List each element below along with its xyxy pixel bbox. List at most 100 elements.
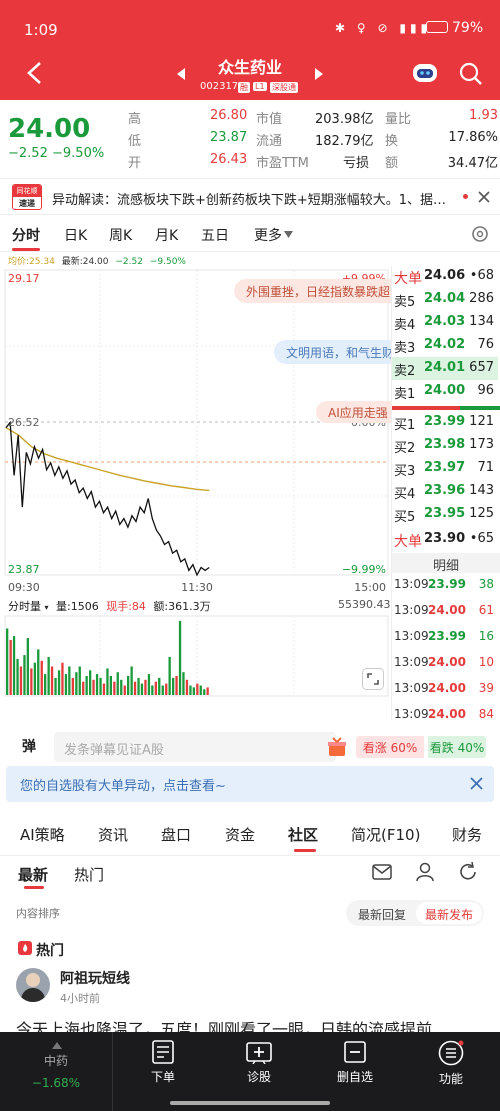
volume-bar [130, 666, 133, 695]
sort-latest-reply[interactable]: 最新回复 [358, 906, 406, 923]
ask-row[interactable]: 卖4 24.03 134 [392, 311, 498, 334]
hot-label: 热门 [36, 943, 64, 959]
volume-bar [178, 620, 182, 695]
avg-price-line [5, 427, 210, 492]
remove-icon [344, 1041, 366, 1063]
tab-profile[interactable]: 简况(F10) [351, 824, 420, 845]
volume-bar [161, 685, 164, 695]
danmaku-input[interactable]: 发条弹幕见证A股 [54, 732, 336, 762]
avatar[interactable] [16, 968, 50, 1002]
settings-icon[interactable] [470, 224, 490, 244]
y-label-top: 29.17 [8, 272, 40, 285]
tab-community[interactable]: 社区 [288, 824, 318, 845]
ob-price: 23.96 [424, 483, 466, 498]
volume-bar [175, 676, 178, 695]
volume-chart[interactable] [0, 614, 392, 698]
danmaku-bubble[interactable]: 外围重挫，日经指数暴跌超 [234, 279, 392, 303]
amount-value: 34.47亿 [447, 156, 498, 171]
tab-news[interactable]: 资讯 [98, 824, 128, 845]
ob-label: 卖2 [394, 364, 416, 379]
post-username[interactable]: 阿祖玩短线 [60, 968, 130, 988]
ask-row[interactable]: 卖2 24.01 657 [392, 357, 498, 380]
ob-price: 24.02 [424, 337, 466, 352]
nav-order[interactable]: 下单 [123, 1040, 203, 1085]
message-icon[interactable] [372, 864, 392, 880]
tab-weekly-k[interactable]: 周K [109, 225, 132, 245]
ask-row[interactable]: 卖3 24.02 76 [392, 334, 498, 357]
volume-bar [26, 638, 29, 695]
volume-bar [106, 668, 109, 695]
refresh-icon[interactable] [458, 862, 478, 882]
bid-row[interactable]: 买2 23.98 173 [392, 434, 498, 457]
user-icon[interactable] [416, 862, 434, 882]
volume-bar [199, 685, 202, 695]
intraday-chart[interactable]: 29.17 26.52 23.87 +9.99% 0.00% −9.99% 09… [0, 266, 392, 596]
subtab-latest[interactable]: 最新 [18, 864, 48, 885]
volume-bar [109, 676, 112, 695]
nav-diagnose[interactable]: 诊股 [219, 1040, 299, 1085]
sector-name[interactable]: 中药 [14, 1052, 98, 1069]
robot-assistant-icon[interactable] [411, 60, 439, 86]
ob-price: 23.98 [424, 437, 466, 452]
bid-row[interactable]: 买4 23.96 143 [392, 480, 498, 503]
volume-bar [50, 666, 54, 695]
danmaku-bubble[interactable]: AI应用走强 [316, 401, 392, 423]
volume-bar [6, 628, 9, 695]
ob-label: 卖4 [394, 318, 416, 333]
ask-row[interactable]: 卖1 24.00 96 [392, 380, 498, 403]
tab-ai-strategy[interactable]: AI策略 [20, 824, 65, 845]
ask-row[interactable]: 卖5 24.04 286 [392, 288, 498, 311]
last-price: 24.00 [8, 114, 91, 144]
ob-volume: 657 [469, 360, 494, 375]
tab-more[interactable]: 更多 [254, 225, 282, 245]
ticks-title[interactable]: 明细 [392, 553, 500, 574]
bullish-vote[interactable]: 看涨 60% [356, 736, 424, 758]
gift-icon[interactable] [326, 736, 348, 758]
alert-text: 您的自选股有大单异动，点击查看~ [20, 779, 226, 794]
fullscreen-icon[interactable] [362, 668, 384, 690]
next-stock-icon[interactable] [314, 68, 324, 80]
back-icon[interactable] [24, 60, 46, 86]
section-tabs: AI策略 资讯 盘口 资金 社区 简况(F10) 财务 [0, 810, 500, 856]
ob-price: 24.06 [424, 268, 466, 283]
chevron-up-icon[interactable] [52, 1042, 62, 1049]
tab-financials[interactable]: 财务 [452, 824, 482, 845]
tab-daily-k[interactable]: 日K [64, 225, 87, 245]
bid-row[interactable]: 买3 23.97 71 [392, 457, 498, 480]
news-bar[interactable]: 同花顺 速递 异动解读：流感板块下跌+创新药板块下跌+短期涨幅较大。1、据… [0, 178, 500, 214]
sort-latest-post[interactable]: 最新发布 [416, 902, 482, 924]
ob-price: 23.95 [424, 506, 466, 521]
news-text[interactable]: 异动解读：流感板块下跌+创新药板块下跌+短期涨幅较大。1、据… [52, 189, 452, 208]
volume-bar [23, 655, 26, 695]
tab-intraday[interactable]: 分时 [12, 225, 40, 245]
bid-row[interactable]: 买1 23.99 121 [392, 411, 498, 434]
turnover-value: 17.86% [448, 130, 498, 145]
bid-row[interactable]: 买5 23.95 125 [392, 503, 498, 526]
ob-price: 24.04 [424, 291, 466, 306]
volume-max: 55390.43 [338, 598, 391, 611]
tab-capital[interactable]: 资金 [225, 824, 255, 845]
volume-now: 现手:84 [106, 600, 146, 613]
volume-selector[interactable]: 分时量 [8, 600, 41, 613]
close-icon[interactable] [470, 777, 483, 790]
float-label: 流通 [256, 134, 283, 149]
danmaku-bubble[interactable]: 文明用语，和气生财 [274, 340, 392, 364]
bearish-vote[interactable]: 看跌 40% [428, 736, 486, 758]
nav-functions[interactable]: 功能 [411, 1040, 491, 1087]
close-icon[interactable] [478, 191, 490, 203]
flame-icon [18, 941, 32, 955]
tab-orderbook[interactable]: 盘口 [161, 824, 191, 845]
big-order-row-bottom[interactable]: 大单 23.90 •65 [392, 528, 498, 551]
ob-volume: 143 [469, 483, 494, 498]
tab-monthly-k[interactable]: 月K [155, 225, 178, 245]
prev-stock-icon[interactable] [176, 68, 186, 80]
big-order-row-top[interactable]: 大单 24.06 •68 [392, 265, 498, 288]
tab-five-day[interactable]: 五日 [201, 225, 229, 245]
danmaku-toggle[interactable]: 弹 [22, 736, 36, 756]
ob-volume: 134 [469, 314, 494, 329]
nav-remove-watchlist[interactable]: 删自选 [315, 1040, 395, 1085]
search-icon[interactable] [459, 62, 483, 86]
ob-label: 买2 [394, 441, 416, 456]
big-order-alert[interactable]: 您的自选股有大单异动，点击查看~ [6, 766, 494, 802]
subtab-hot[interactable]: 热门 [74, 864, 104, 885]
